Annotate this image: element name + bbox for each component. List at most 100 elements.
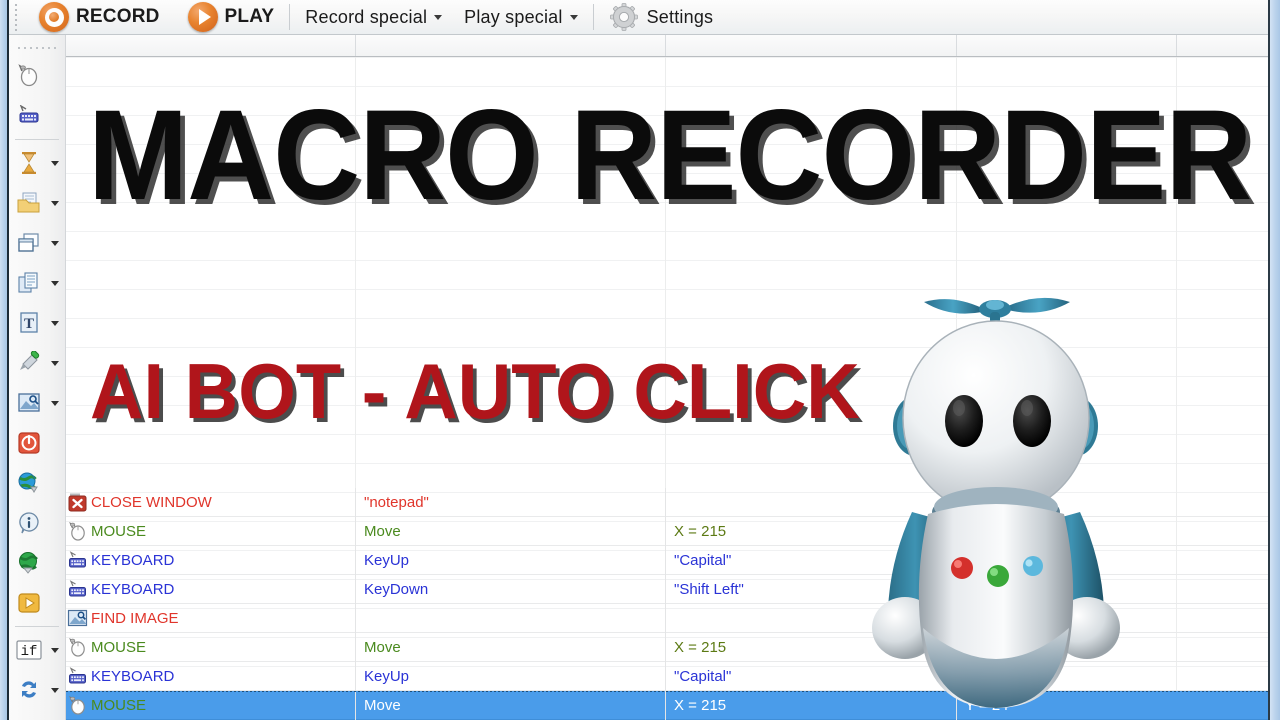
record-button-label: RECORD	[76, 6, 160, 27]
cell-action: KEYBOARD	[66, 662, 355, 691]
cell-action-label: MOUSE	[91, 638, 147, 656]
chevron-down-icon[interactable]	[51, 361, 59, 366]
chevron-down-icon[interactable]	[569, 14, 578, 20]
robot-mascot	[860, 276, 1190, 720]
cell-action-label: FIND IMAGE	[91, 609, 179, 627]
find-image-icon	[67, 609, 88, 628]
toolbar-separator	[592, 4, 594, 30]
run-icon	[15, 589, 43, 617]
wait-hourglass-icon	[15, 149, 43, 177]
play-special-label: Play special	[464, 6, 563, 27]
chevron-down-icon[interactable]	[51, 648, 59, 653]
cell-detail: "notepad"	[355, 487, 665, 517]
page-title: MACRO RECORDER	[88, 84, 1252, 227]
chevron-down-icon[interactable]	[434, 14, 443, 20]
toolbar-item-keyboard[interactable]	[9, 96, 65, 136]
main-toolbar[interactable]: RECORD PLAY Record special Play special	[9, 0, 1268, 35]
record-icon	[39, 2, 69, 32]
keyboard-icon	[67, 579, 88, 599]
copy-icon	[15, 269, 43, 297]
cell-action: FIND IMAGE	[66, 604, 355, 633]
loop-repeat-icon	[15, 676, 43, 704]
toolbar-item-info[interactable]	[9, 503, 65, 543]
toolbar-grip[interactable]	[9, 34, 65, 56]
cell-action-label: KEYBOARD	[91, 667, 175, 685]
toolbar-item-find-image[interactable]	[9, 383, 65, 423]
chevron-down-icon[interactable]	[51, 321, 59, 326]
toolbar-item-color-picker[interactable]	[9, 343, 65, 383]
keyboard-icon	[15, 102, 43, 130]
cell-detail: KeyUp	[355, 545, 665, 575]
toolbar-separator	[289, 4, 291, 30]
cell-action: CLOSE WINDOW	[66, 488, 355, 517]
folder-document-icon	[15, 189, 43, 217]
command-toolbar[interactable]: T if	[9, 34, 66, 720]
cell-action-label: CLOSE WINDOW	[91, 493, 212, 511]
cell-action-label: MOUSE	[91, 522, 147, 540]
propeller	[924, 297, 1070, 324]
keyboard-icon	[67, 550, 88, 570]
mouse-icon	[67, 637, 88, 657]
record-button[interactable]: RECORD	[33, 0, 166, 34]
toolbar-item-copy[interactable]	[9, 263, 65, 303]
svg-text:if: if	[21, 644, 38, 660]
toolbar-item-run[interactable]	[9, 583, 65, 623]
window-border-left	[0, 0, 7, 720]
toolbar-item-mouse[interactable]	[9, 56, 65, 96]
cell-action-label: KEYBOARD	[91, 580, 175, 598]
cell-action: KEYBOARD	[66, 546, 355, 575]
play-button[interactable]: PLAY	[182, 0, 281, 34]
mouse-icon	[67, 521, 88, 541]
cell-detail: KeyUp	[355, 661, 665, 691]
play-special-menu[interactable]: Play special	[458, 0, 583, 34]
cell-detail: Move	[355, 516, 665, 546]
chevron-down-icon[interactable]	[51, 201, 59, 206]
application-window: CLOSE WINDOW "notepad" MOUSE Move X = 215 KEY…	[0, 0, 1280, 720]
toolbar-grip[interactable]	[11, 0, 21, 34]
cell-action-label: MOUSE	[91, 696, 147, 714]
toolbar-item-download[interactable]	[9, 463, 65, 503]
toolbar-divider	[15, 626, 59, 627]
grid-column-header[interactable]	[66, 34, 1268, 57]
window-icon	[15, 229, 43, 257]
cell-detail	[355, 603, 665, 633]
settings-button[interactable]: Settings	[603, 0, 720, 34]
chevron-down-icon[interactable]	[51, 401, 59, 406]
close-window-icon	[67, 493, 88, 512]
toolbar-item-text[interactable]: T	[9, 303, 65, 343]
toolbar-item-window[interactable]	[9, 223, 65, 263]
toolbar-item-loop[interactable]	[9, 670, 65, 710]
chevron-down-icon[interactable]	[51, 241, 59, 246]
cell-detail: Move	[355, 690, 665, 720]
svg-text:T: T	[24, 316, 34, 332]
keyboard-icon	[67, 666, 88, 686]
window-border-right	[1270, 0, 1280, 720]
toolbar-divider	[15, 139, 59, 140]
record-special-label: Record special	[305, 6, 428, 27]
globe-upload-icon	[15, 549, 43, 577]
mouse-icon	[15, 62, 43, 90]
toolbar-item-upload[interactable]	[9, 543, 65, 583]
chevron-down-icon[interactable]	[51, 688, 59, 693]
chevron-down-icon[interactable]	[51, 161, 59, 166]
cell-action: MOUSE	[66, 691, 355, 720]
toolbar-item-wait[interactable]	[9, 143, 65, 183]
cell-action: MOUSE	[66, 633, 355, 662]
toolbar-item-shutdown[interactable]	[9, 423, 65, 463]
toolbar-item-file[interactable]	[9, 183, 65, 223]
chevron-down-icon[interactable]	[51, 281, 59, 286]
cell-detail: Move	[355, 632, 665, 662]
cell-action: MOUSE	[66, 517, 355, 546]
cell-detail: KeyDown	[355, 574, 665, 604]
mouse-icon	[67, 695, 88, 715]
toolbar-item-if[interactable]: if	[9, 630, 65, 670]
globe-download-icon	[15, 469, 43, 497]
record-special-menu[interactable]: Record special	[299, 0, 448, 34]
gear-icon	[609, 2, 639, 32]
cell-action-label: KEYBOARD	[91, 551, 175, 569]
play-button-label: PLAY	[224, 6, 275, 27]
find-image-icon	[15, 389, 43, 417]
if-condition-icon: if	[15, 636, 43, 664]
text-icon: T	[15, 309, 43, 337]
play-icon	[187, 2, 218, 32]
